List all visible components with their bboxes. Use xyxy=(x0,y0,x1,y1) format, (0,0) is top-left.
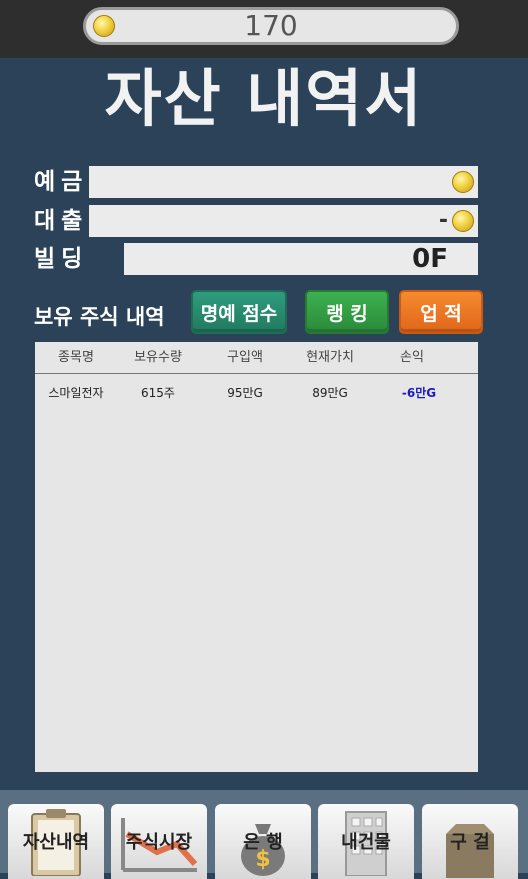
coin-icon xyxy=(452,171,474,193)
tab-bank-label: 은 행 xyxy=(243,832,283,853)
column-header: 구입액 xyxy=(227,350,263,365)
table-header: 종목명 보유수량 구입액 현재가치 손익 xyxy=(35,342,478,374)
profit-loss: -6만G xyxy=(401,386,437,400)
bottom-nav: 자산내역 주식시장 $ 은 행 내건물 구 걸 xyxy=(0,790,528,879)
top-bar: 170 xyxy=(0,0,528,58)
column-header: 손익 xyxy=(400,350,424,365)
building-label: 빌딩 xyxy=(34,246,89,272)
holdings-label: 보유 주식 내역 xyxy=(34,305,165,329)
coin-amount: 170 xyxy=(244,9,298,42)
deposit-label: 예금 xyxy=(34,169,89,195)
holdings-table: 종목명 보유수량 구입액 현재가치 손익 스마일전자 615주 95만G 89만… xyxy=(35,342,478,772)
tab-my-building[interactable]: 내건물 xyxy=(318,804,414,879)
ranking-button[interactable]: 랭 킹 xyxy=(305,290,389,334)
building-field: 0F xyxy=(124,243,478,275)
stock-name: 스마일전자 xyxy=(48,386,104,400)
current-value: 89만G xyxy=(312,386,348,400)
coin-icon xyxy=(452,210,474,232)
purchase-amount: 95만G xyxy=(227,386,263,400)
tab-beg[interactable]: 구 걸 xyxy=(422,804,518,879)
tab-assets-label: 자산내역 xyxy=(22,832,90,853)
honor-score-button[interactable]: 명예 점수 xyxy=(191,290,287,334)
loan-value: - xyxy=(438,208,448,233)
column-header: 보유수량 xyxy=(134,350,182,365)
building-value: 0F xyxy=(412,244,448,274)
tab-stock-market-label: 주식시장 xyxy=(125,832,193,853)
loan-label: 대출 xyxy=(34,208,89,234)
tab-assets[interactable]: 자산내역 xyxy=(8,804,104,879)
holding-quantity: 615주 xyxy=(141,386,175,400)
page-title: 자산 내역서 xyxy=(104,62,424,135)
tab-stock-market[interactable]: 주식시장 xyxy=(111,804,207,879)
column-header: 종목명 xyxy=(58,350,94,365)
coin-balance: 170 xyxy=(83,7,459,45)
tab-my-building-label: 내건물 xyxy=(341,832,391,853)
deposit-field xyxy=(89,166,478,198)
tab-beg-label: 구 걸 xyxy=(450,832,490,853)
tab-bank[interactable]: $ 은 행 xyxy=(215,804,311,879)
achievement-button[interactable]: 업 적 xyxy=(399,290,483,334)
column-header: 현재가치 xyxy=(306,350,354,365)
loan-field: - xyxy=(89,205,478,237)
